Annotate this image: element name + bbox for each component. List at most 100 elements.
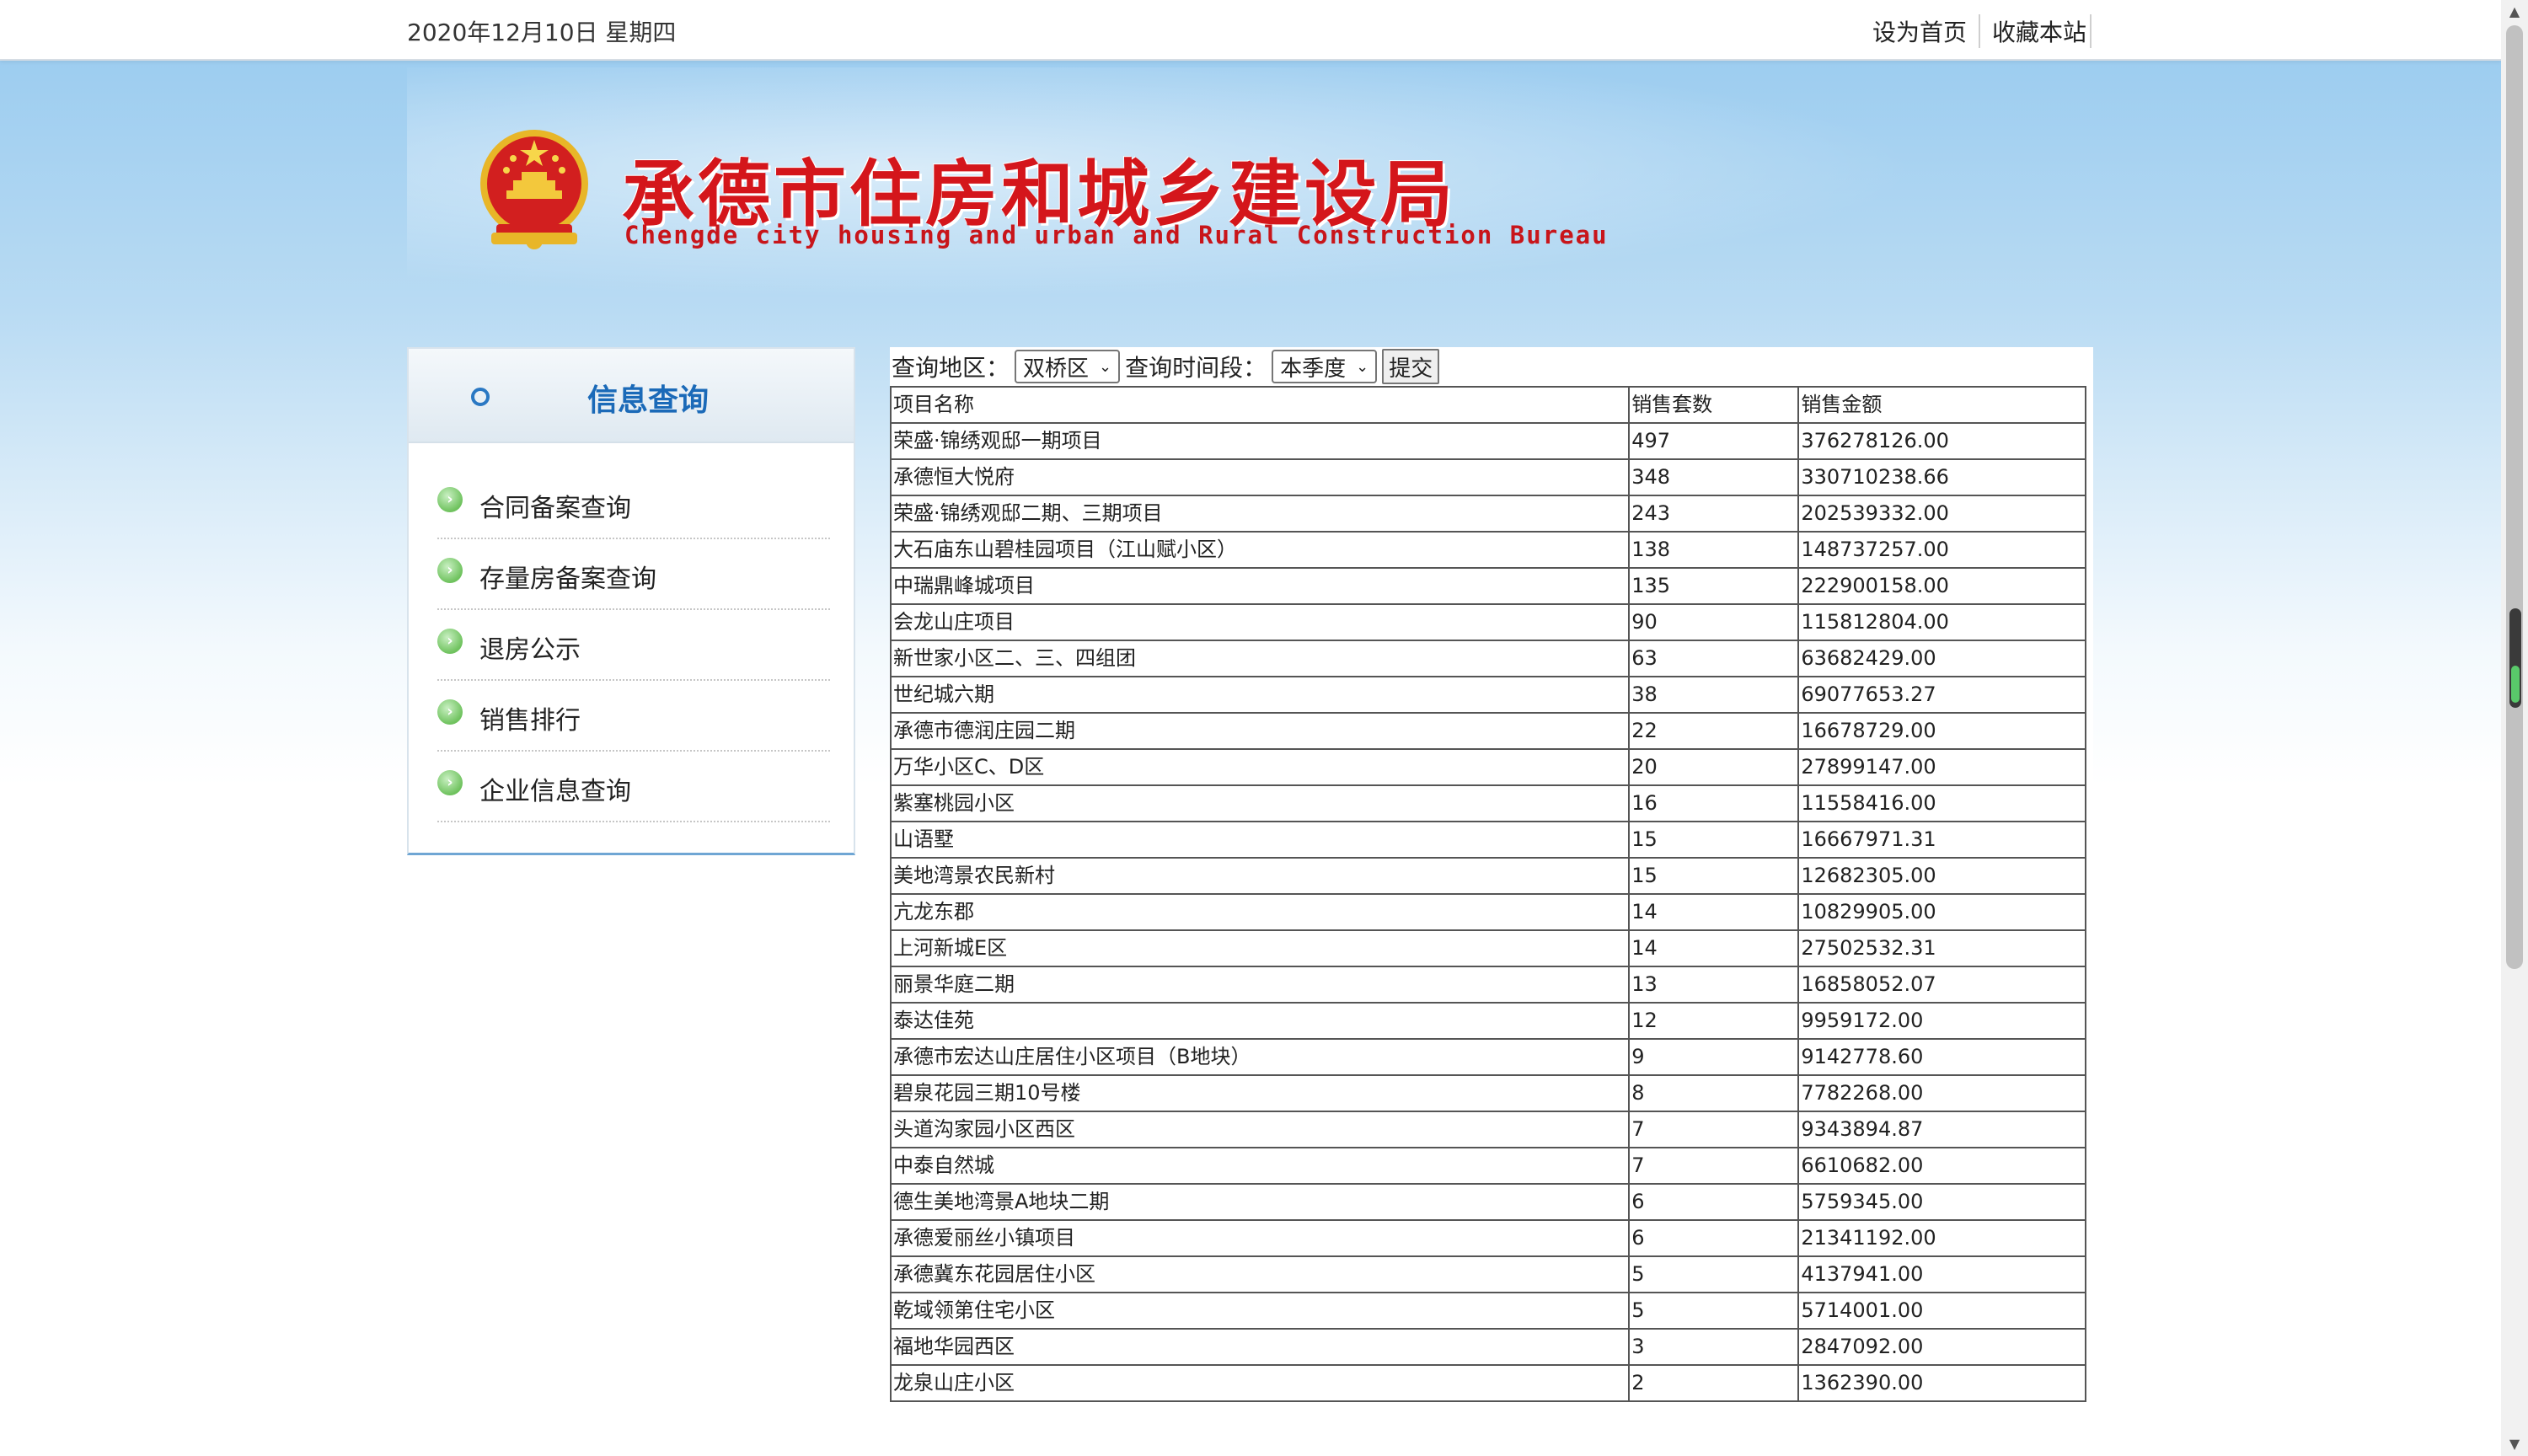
table-row: 福地华园西区 3 2847092.00 [890, 1328, 2086, 1366]
submit-button[interactable]: 提交 [1382, 349, 1440, 384]
sales-amount-cell: 1362390.00 [1797, 1364, 2086, 1402]
units-sold-cell: 12 [1628, 1002, 1800, 1040]
units-sold-cell: 20 [1628, 748, 1800, 786]
project-name-cell: 万华小区C、D区 [890, 748, 1631, 786]
project-name-cell: 丽景华庭二期 [890, 966, 1631, 1004]
sidebar-item-label[interactable]: 存量房备案查询 [479, 558, 656, 595]
units-sold-cell: 497 [1628, 422, 1800, 460]
project-name-cell: 会龙山庄项目 [890, 603, 1631, 641]
project-name-cell: 山语墅 [890, 821, 1631, 859]
table-row: 中泰自然城 7 6610682.00 [890, 1147, 2086, 1185]
project-name-cell: 乾域领第住宅小区 [890, 1292, 1631, 1330]
project-name-cell: 新世家小区二、三、四组团 [890, 640, 1631, 677]
scroll-down-icon[interactable]: ▼ [2501, 1432, 2528, 1456]
sales-amount-cell: 6610682.00 [1797, 1147, 2086, 1185]
units-sold-cell: 15 [1628, 821, 1800, 859]
column-header: 项目名称 [890, 386, 1631, 424]
chevron-right-icon: › [437, 558, 463, 583]
set-homepage-link[interactable]: 设为首页 [1861, 14, 1980, 48]
project-name-cell: 大石庙东山碧桂园项目（江山赋小区） [890, 531, 1631, 569]
units-sold-cell: 22 [1628, 712, 1800, 750]
units-sold-cell: 138 [1628, 531, 1800, 569]
sales-amount-cell: 9343894.87 [1797, 1111, 2086, 1148]
bureau-title-en: Chengde city housing and urban and Rural… [624, 221, 1609, 249]
units-sold-cell: 6 [1628, 1183, 1800, 1221]
sales-amount-cell: 5759345.00 [1797, 1183, 2086, 1221]
sidebar-item-label[interactable]: 合同备案查询 [479, 487, 631, 524]
sales-amount-cell: 376278126.00 [1797, 422, 2086, 460]
sidebar-item-contract-filing[interactable]: › 合同备案查询 [437, 468, 830, 539]
sales-amount-cell: 16858052.07 [1797, 966, 2086, 1004]
scrollbar-thumb[interactable] [2506, 25, 2523, 969]
project-name-cell: 头道沟家园小区西区 [890, 1111, 1631, 1148]
project-name-cell: 承德恒大悦府 [890, 458, 1631, 496]
project-name-cell: 中泰自然城 [890, 1147, 1631, 1185]
top-bar: 2020年12月10日 星期四 设为首页 收藏本站 [0, 0, 2501, 61]
table-row: 荣盛·锦绣观邸二期、三期项目 243 202539332.00 [890, 495, 2086, 533]
site-header: 承德市住房和城乡建设局 Chengde city housing and urb… [407, 61, 2092, 313]
project-name-cell: 泰达佳苑 [890, 1002, 1631, 1040]
period-select-value: 本季度 [1280, 356, 1347, 382]
sales-table: 项目名称 销售套数 销售金额 荣盛·锦绣观邸一期项目 497 376278126.00 承德… [890, 386, 2086, 1402]
sales-amount-cell: 12682305.00 [1797, 857, 2086, 895]
sidebar: 信息查询 › 合同备案查询 › 存量房备案查询 › 退房公示 › 销售排行 › … [407, 347, 855, 855]
sidebar-header: 信息查询 [409, 349, 854, 443]
units-sold-cell: 14 [1628, 893, 1800, 931]
sidebar-item-label[interactable]: 退房公示 [479, 629, 581, 666]
sales-amount-cell: 330710238.66 [1797, 458, 2086, 496]
table-row: 承德冀东花园居住小区 5 4137941.00 [890, 1255, 2086, 1293]
sales-amount-cell: 9959172.00 [1797, 1002, 2086, 1040]
table-row: 头道沟家园小区西区 7 9343894.87 [890, 1111, 2086, 1148]
column-header: 销售套数 [1628, 386, 1800, 424]
sidebar-item-sales-ranking[interactable]: › 销售排行 [437, 681, 830, 752]
sidebar-item-existing-housing-filing[interactable]: › 存量房备案查询 [437, 539, 830, 610]
sidebar-item-enterprise-info[interactable]: › 企业信息查询 [437, 752, 830, 822]
sales-amount-cell: 2847092.00 [1797, 1328, 2086, 1366]
project-name-cell: 承德市德润庄园二期 [890, 712, 1631, 750]
scroll-marker-highlight [2511, 666, 2520, 703]
units-sold-cell: 16 [1628, 784, 1800, 822]
sales-amount-cell: 7782268.00 [1797, 1074, 2086, 1112]
sidebar-item-refund-notice[interactable]: › 退房公示 [437, 610, 830, 681]
sales-amount-cell: 27502532.31 [1797, 929, 2086, 967]
chevron-down-icon: ⌄ [1356, 357, 1369, 376]
units-sold-cell: 90 [1628, 603, 1800, 641]
units-sold-cell: 7 [1628, 1147, 1800, 1185]
project-name-cell: 承德爱丽丝小镇项目 [890, 1219, 1631, 1257]
table-row: 紫塞桃园小区 16 11558416.00 [890, 784, 2086, 822]
project-name-cell: 美地湾景农民新村 [890, 857, 1631, 895]
scroll-up-icon[interactable]: ▲ [2501, 0, 2528, 24]
table-row: 新世家小区二、三、四组团 63 63682429.00 [890, 640, 2086, 677]
units-sold-cell: 63 [1628, 640, 1800, 677]
project-name-cell: 福地华园西区 [890, 1328, 1631, 1366]
table-row: 承德恒大悦府 348 330710238.66 [890, 458, 2086, 496]
units-sold-cell: 7 [1628, 1111, 1800, 1148]
sidebar-item-label[interactable]: 销售排行 [479, 699, 581, 736]
period-select[interactable]: 本季度 ⌄ [1272, 350, 1378, 383]
sales-amount-cell: 16678729.00 [1797, 712, 2086, 750]
chevron-right-icon: › [437, 770, 463, 795]
project-name-cell: 承德市宏达山庄居住小区项目（B地块） [890, 1038, 1631, 1076]
national-emblem-icon [480, 130, 588, 249]
sales-amount-cell: 4137941.00 [1797, 1255, 2086, 1293]
sales-amount-cell: 11558416.00 [1797, 784, 2086, 822]
sales-amount-cell: 202539332.00 [1797, 495, 2086, 533]
sidebar-item-label[interactable]: 企业信息查询 [479, 770, 631, 807]
table-row: 荣盛·锦绣观邸一期项目 497 376278126.00 [890, 422, 2086, 460]
project-name-cell: 荣盛·锦绣观邸二期、三期项目 [890, 495, 1631, 533]
vertical-scrollbar[interactable]: ▲ ▼ [2501, 0, 2528, 1456]
units-sold-cell: 6 [1628, 1219, 1800, 1257]
region-label: 查询地区： [892, 354, 1010, 382]
table-row: 承德市德润庄园二期 22 16678729.00 [890, 712, 2086, 750]
period-label: 查询时间段： [1125, 354, 1267, 382]
sales-amount-cell: 222900158.00 [1797, 567, 2086, 605]
sales-table-body: 项目名称 销售套数 销售金额 荣盛·锦绣观邸一期项目 497 376278126.00 承德… [890, 386, 2086, 1402]
table-row: 会龙山庄项目 90 115812804.00 [890, 603, 2086, 641]
project-name-cell: 龙泉山庄小区 [890, 1364, 1631, 1402]
sales-amount-cell: 9142778.60 [1797, 1038, 2086, 1076]
sales-amount-cell: 148737257.00 [1797, 531, 2086, 569]
units-sold-cell: 5 [1628, 1292, 1800, 1330]
units-sold-cell: 348 [1628, 458, 1800, 496]
bookmark-site-link[interactable]: 收藏本站 [1980, 14, 2091, 48]
region-select[interactable]: 双桥区 ⌄ [1015, 350, 1121, 383]
